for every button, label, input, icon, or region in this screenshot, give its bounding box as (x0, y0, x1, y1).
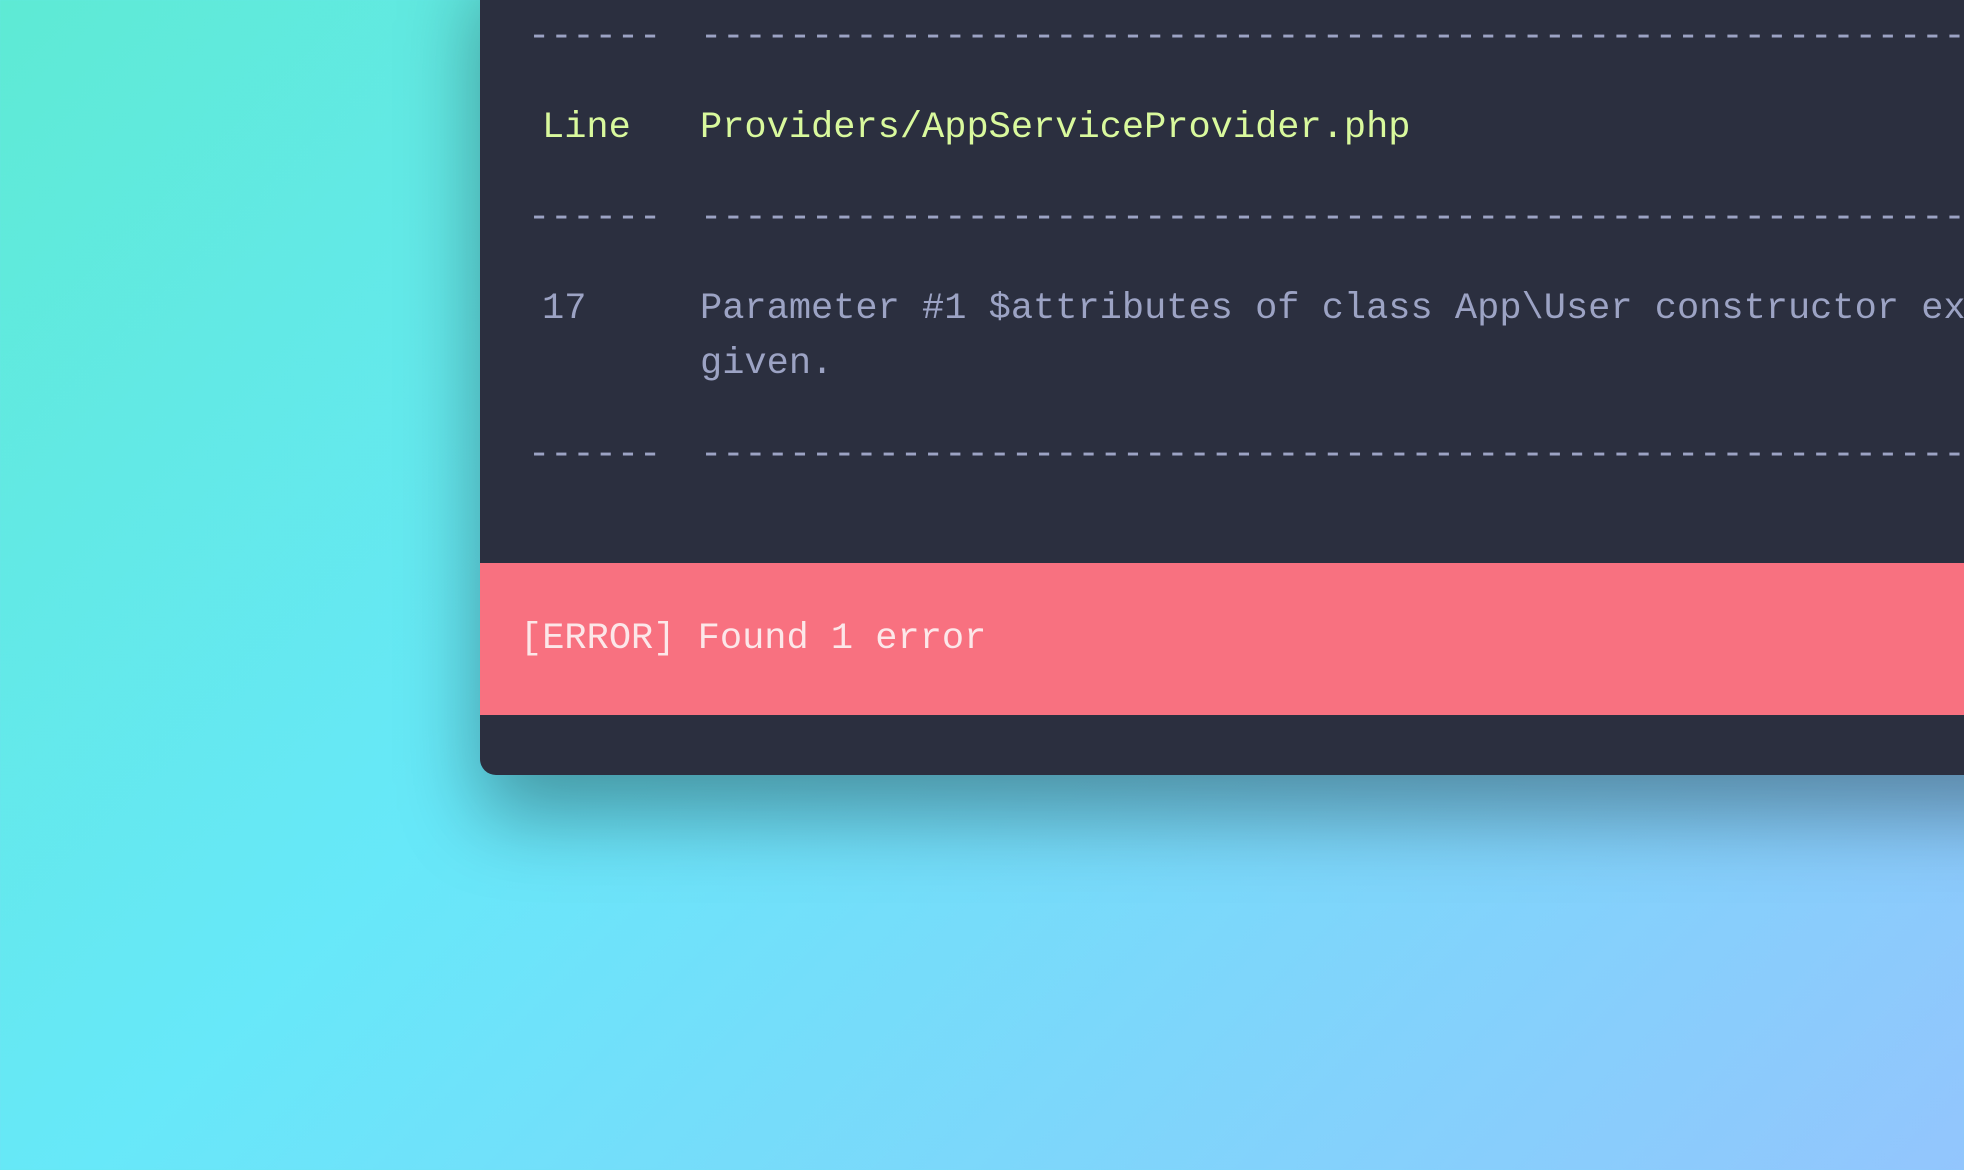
table-row: 17 Parameter #1 $attributes of class App… (520, 282, 1964, 393)
separator-segment: ------ (520, 10, 700, 66)
separator-segment: ----------------------------------------… (700, 428, 1964, 484)
table-separator-top: ------ ---------------------------------… (520, 10, 1964, 66)
spacer (520, 503, 1964, 563)
separator-segment: ------ (520, 191, 700, 247)
error-summary: Found 1 error (698, 618, 987, 660)
separator-segment: ----------------------------------------… (700, 191, 1964, 247)
error-message: Parameter #1 $attributes of class App\Us… (700, 282, 1964, 393)
column-header-line: Line (520, 101, 700, 157)
table-header-row: Line Providers/AppServiceProvider.php (520, 101, 1964, 157)
terminal-window: ------ ---------------------------------… (480, 0, 1964, 775)
column-header-file: Providers/AppServiceProvider.php (700, 101, 1964, 157)
line-number: 17 (520, 282, 700, 393)
table-separator-mid: ------ ---------------------------------… (520, 191, 1964, 247)
separator-segment: ------ (520, 428, 700, 484)
error-banner: [ERROR] Found 1 error (480, 563, 1964, 715)
table-separator-bottom: ------ ---------------------------------… (520, 428, 1964, 484)
error-prefix: [ERROR] (520, 618, 675, 660)
terminal-output: ------ ---------------------------------… (480, 0, 1964, 563)
separator-segment: ----------------------------------------… (700, 10, 1964, 66)
